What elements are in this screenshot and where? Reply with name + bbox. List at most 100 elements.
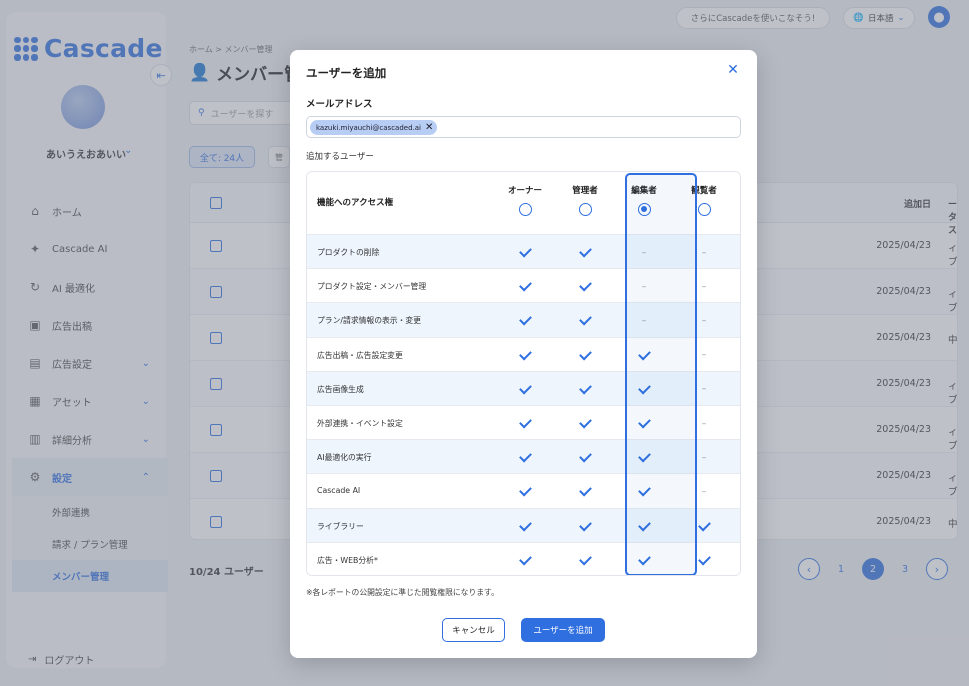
permission-cell: – xyxy=(614,269,674,304)
email-input[interactable]: kazuki.miyauchi@cascaded.ai ✕ xyxy=(306,116,741,138)
modal-title: ユーザーを追加 xyxy=(306,66,387,80)
email-chip-text: kazuki.miyauchi@cascaded.ai xyxy=(316,123,421,132)
dash-icon: – xyxy=(701,350,707,361)
permission-cell: – xyxy=(674,474,734,509)
permission-cell xyxy=(495,269,555,304)
feature-name: 広告・WEB分析* xyxy=(317,555,378,565)
check-icon xyxy=(578,518,592,532)
check-icon xyxy=(518,552,532,566)
users-label: 追加するユーザー xyxy=(306,152,374,162)
dash-icon: – xyxy=(641,315,647,326)
permission-cell: – xyxy=(614,235,674,270)
permission-cell xyxy=(555,406,615,441)
permission-cell xyxy=(614,440,674,475)
permission-cell xyxy=(495,303,555,338)
permission-cell: – xyxy=(674,269,734,304)
permission-cell xyxy=(555,338,615,373)
check-icon xyxy=(637,381,651,395)
permission-table-header: 機能へのアクセス権 オーナー 管理者 編集者 観覧者 xyxy=(307,172,740,234)
check-icon xyxy=(578,484,592,497)
feature-name: 広告画像生成 xyxy=(317,384,364,394)
permission-cell: – xyxy=(674,235,734,270)
permission-row: プロダクト設定・メンバー管理 – – xyxy=(307,268,740,304)
remove-chip-icon[interactable]: ✕ xyxy=(425,122,433,133)
permission-row: 外部連携・イベント設定 – xyxy=(307,405,740,441)
role-viewer-radio[interactable] xyxy=(697,203,711,216)
check-icon xyxy=(518,244,532,258)
permission-cell xyxy=(555,372,615,407)
permission-row: AI最適化の実行 – xyxy=(307,439,740,475)
feature-name: AI最適化の実行 xyxy=(317,453,372,463)
close-icon[interactable]: ✕ xyxy=(726,63,740,77)
check-icon xyxy=(518,449,532,463)
permission-cell xyxy=(555,474,615,509)
dash-icon: – xyxy=(701,281,707,292)
role-viewer[interactable]: 観覧者 xyxy=(674,184,734,216)
check-icon xyxy=(518,415,532,429)
permission-row: 広告画像生成 – xyxy=(307,370,740,407)
role-admin[interactable]: 管理者 xyxy=(555,184,615,216)
permission-cell xyxy=(495,338,555,373)
check-icon xyxy=(578,449,592,463)
role-admin-radio[interactable] xyxy=(578,203,592,216)
permission-cell xyxy=(555,235,615,270)
permission-table: 機能へのアクセス権 オーナー 管理者 編集者 観覧者 プロダクトの削除 – – プロダ… xyxy=(306,171,741,576)
feature-name: 外部連携・イベント設定 xyxy=(317,419,403,428)
check-icon xyxy=(637,552,651,566)
permission-cell xyxy=(495,235,555,270)
permission-row: ライブラリー xyxy=(307,507,740,544)
feature-header: 機能へのアクセス権 xyxy=(317,198,394,208)
permission-cell xyxy=(614,543,674,575)
check-icon xyxy=(637,484,651,497)
permission-cell xyxy=(614,406,674,441)
permission-cell xyxy=(674,509,734,544)
role-editor-radio[interactable] xyxy=(637,203,651,216)
permission-cell: – xyxy=(674,372,734,407)
check-icon xyxy=(518,484,532,497)
feature-name: プロダクト設定・メンバー管理 xyxy=(317,282,427,292)
check-icon xyxy=(518,518,532,532)
permission-cell xyxy=(614,338,674,373)
dash-icon: – xyxy=(701,486,707,497)
permission-cell xyxy=(555,269,615,304)
check-icon xyxy=(697,518,711,532)
add-user-button[interactable]: ユーザーを追加 xyxy=(521,618,605,642)
check-icon xyxy=(637,518,651,532)
permission-row: 広告出稿・広告設定変更 – xyxy=(307,336,740,373)
feature-name: 広告出稿・広告設定変更 xyxy=(317,350,403,360)
permission-cell xyxy=(674,543,734,575)
email-chip: kazuki.miyauchi@cascaded.ai ✕ xyxy=(310,120,438,135)
permission-cell xyxy=(495,440,555,475)
check-icon xyxy=(578,552,592,566)
check-icon xyxy=(637,415,651,429)
dash-icon: – xyxy=(641,247,647,258)
check-icon xyxy=(578,313,592,326)
check-icon xyxy=(578,415,592,429)
permission-cell: – xyxy=(674,338,734,373)
permission-row: Cascade AI – xyxy=(307,473,740,509)
feature-name: ライブラリー xyxy=(317,521,364,531)
permission-cell: – xyxy=(674,440,734,475)
role-owner-radio[interactable] xyxy=(518,203,532,216)
permission-row: プロダクトの削除 – – xyxy=(307,234,740,270)
cancel-button[interactable]: キャンセル xyxy=(442,618,505,642)
permission-cell xyxy=(555,303,615,338)
feature-name: プラン/請求情報の表示・変更 xyxy=(317,316,421,326)
check-icon xyxy=(578,381,592,395)
check-icon xyxy=(518,347,532,361)
permission-cell xyxy=(495,372,555,407)
role-owner[interactable]: オーナー xyxy=(495,184,555,216)
permission-row: 広告・WEB分析* xyxy=(307,541,740,575)
check-icon xyxy=(578,244,592,258)
permission-cell xyxy=(495,509,555,544)
permission-cell xyxy=(614,474,674,509)
dash-icon: – xyxy=(701,384,707,395)
feature-name: Cascade AI xyxy=(317,486,361,496)
permission-cell xyxy=(555,543,615,575)
check-icon xyxy=(637,449,651,463)
permission-cell: – xyxy=(674,303,734,338)
permission-cell xyxy=(495,474,555,509)
role-editor[interactable]: 編集者 xyxy=(614,184,674,216)
permission-cell xyxy=(614,509,674,544)
add-user-modal: ユーザーを追加 ✕ メールアドレス kazuki.miyauchi@cascad… xyxy=(290,50,757,658)
